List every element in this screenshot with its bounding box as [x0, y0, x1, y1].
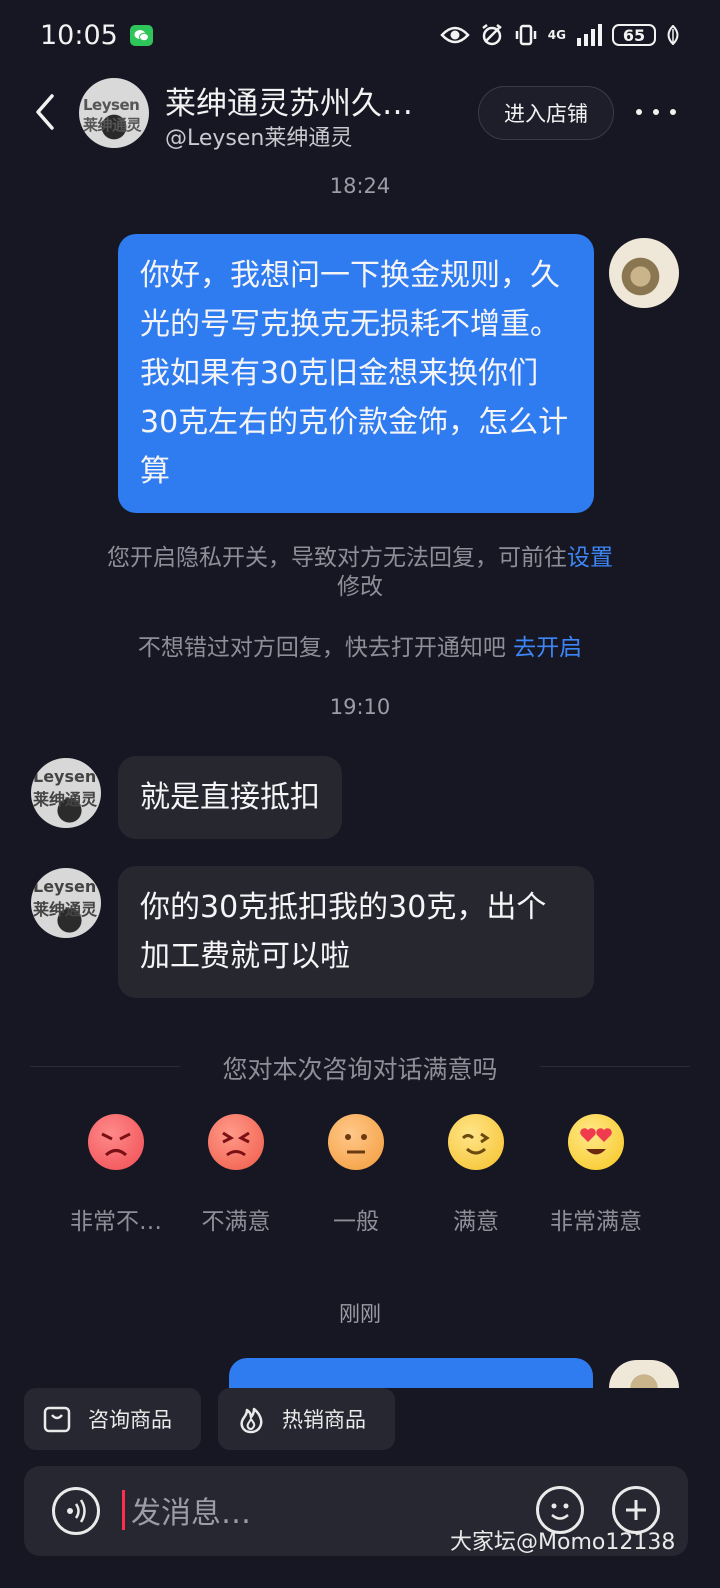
- shop-handle: @Leysen莱绅通灵: [165, 126, 353, 151]
- survey-question: 您对本次咨询对话满意吗: [222, 1055, 498, 1084]
- satisfaction-survey: 您对本次咨询对话满意吗 非常不… 不满意 一般 满意 非常满意: [30, 1050, 690, 1235]
- rating-very-satisfied[interactable]: 非常满意: [526, 1114, 666, 1236]
- enable-notification-link[interactable]: 去开启: [513, 635, 582, 661]
- shopping-bag-icon: [43, 1406, 71, 1433]
- voice-input-icon[interactable]: [52, 1487, 100, 1535]
- smile-face-icon: [448, 1114, 504, 1170]
- status-time: 10:05: [40, 19, 118, 51]
- my-message-bubble-partial[interactable]: [229, 1358, 593, 1388]
- shop-avatar[interactable]: Leysen 莱绅通灵: [79, 78, 149, 148]
- consult-product-button[interactable]: 咨询商品: [24, 1388, 201, 1450]
- consult-product-label: 咨询商品: [88, 1408, 172, 1432]
- text-cursor: [122, 1490, 125, 1530]
- rating-options: 非常不… 不满意 一般 满意 非常满意: [30, 1114, 690, 1244]
- message-timestamp: 19:10: [329, 695, 391, 719]
- rating-label: 不满意: [201, 1209, 271, 1235]
- settings-link[interactable]: 设置: [567, 545, 613, 571]
- hot-products-label: 热销商品: [282, 1408, 366, 1432]
- my-avatar[interactable]: [609, 238, 679, 308]
- message-timestamp: 18:24: [329, 174, 391, 198]
- message-input[interactable]: 发消息…: [122, 1488, 251, 1532]
- battery-indicator: 65: [612, 24, 656, 46]
- shop-reply-avatar[interactable]: Leysen 莱绅通灵: [31, 758, 101, 828]
- rating-label: 非常满意: [550, 1209, 642, 1235]
- shop-name[interactable]: 莱绅通灵苏州久…: [165, 78, 413, 123]
- quick-actions: 咨询商品 热销商品: [24, 1388, 395, 1450]
- heart-eyes-face-icon: [568, 1114, 624, 1170]
- rating-label: 满意: [453, 1209, 499, 1235]
- rating-satisfied[interactable]: 满意: [406, 1114, 546, 1236]
- message-input-placeholder: 发消息…: [131, 1496, 251, 1531]
- wechat-icon: [129, 24, 153, 46]
- my-message-bubble[interactable]: 你好，我想问一下换金规则，久光的号写克换克无损耗不增重。我如果有30克旧金想来换…: [118, 234, 594, 513]
- notification-notice-text: 不想错过对方回复，快去打开通知吧: [137, 635, 514, 661]
- network-type: 4G: [547, 28, 566, 42]
- shop-message-bubble[interactable]: 你的30克抵扣我的30克，出个加工费就可以啦: [118, 866, 594, 998]
- divider: [30, 1066, 180, 1067]
- vibrate-icon: [515, 24, 537, 46]
- more-options-icon[interactable]: [636, 100, 676, 124]
- rating-very-unsatisfied[interactable]: 非常不…: [46, 1114, 186, 1236]
- privacy-notice: 您开启隐私开关，导致对方无法回复，可前往设置 修改: [0, 544, 720, 602]
- neutral-face-icon: [328, 1114, 384, 1170]
- my-avatar-partial[interactable]: [609, 1360, 679, 1388]
- status-bar: 10:05 4G 65: [0, 0, 720, 70]
- rating-label: 非常不…: [70, 1209, 162, 1235]
- rating-neutral[interactable]: 一般: [286, 1114, 426, 1236]
- divider: [540, 1066, 690, 1067]
- notification-notice: 不想错过对方回复，快去打开通知吧 去开启: [0, 634, 720, 663]
- shop-reply-avatar[interactable]: Leysen 莱绅通灵: [31, 868, 101, 938]
- privacy-notice-text: 您开启隐私开关，导致对方无法回复，可前往: [107, 545, 567, 571]
- flame-icon: [240, 1407, 263, 1434]
- shop-message-bubble[interactable]: 就是直接抵扣: [118, 756, 342, 839]
- privacy-notice-tail: 修改: [337, 574, 383, 600]
- alarm-icon: [482, 24, 502, 46]
- rating-unsatisfied[interactable]: 不满意: [166, 1114, 306, 1236]
- chat-header: Leysen 莱绅通灵 莱绅通灵苏州久… @Leysen莱绅通灵 进入店铺: [0, 70, 720, 160]
- status-icons: 4G 65: [440, 23, 680, 47]
- rating-label: 一般: [333, 1209, 379, 1235]
- shop-avatar-logo: Leysen 莱绅通灵: [83, 96, 142, 134]
- frown-face-icon: [208, 1114, 264, 1170]
- enter-shop-button[interactable]: 进入店铺: [478, 86, 614, 140]
- eye-icon: [440, 26, 470, 44]
- signal-icon: [577, 24, 602, 46]
- back-arrow-icon[interactable]: [30, 92, 60, 132]
- leaf-icon: [667, 25, 679, 45]
- message-timestamp: 刚刚: [339, 1302, 381, 1326]
- angry-face-icon: [88, 1114, 144, 1170]
- hot-products-button[interactable]: 热销商品: [218, 1388, 395, 1450]
- watermark: 大家坛@Momo12138: [450, 1530, 676, 1555]
